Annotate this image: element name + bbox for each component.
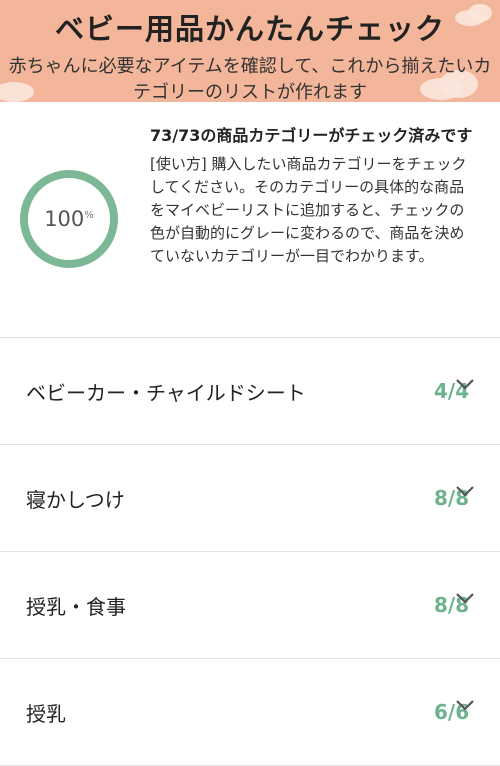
percent-unit: % [84, 210, 94, 221]
progress-ring: 100% [20, 170, 118, 268]
progress-ring-container: 100% [0, 102, 150, 337]
summary-description: [使い方] 購入したい商品カテゴリーをチェックしてください。そのカテゴリーの具体… [150, 155, 467, 265]
category-row[interactable]: ベビーカー・チャイルドシート 4/4 [0, 338, 500, 445]
category-list: ベビーカー・チャイルドシート 4/4 寝かしつけ 8/8 授乳・食事 8/8 授… [0, 338, 500, 766]
category-row[interactable]: 授乳 6/6 [0, 659, 500, 766]
chevron-down-icon[interactable] [454, 697, 476, 713]
summary-text: 73/73の商品カテゴリーがチェック済みです [使い方] 購入したい商品カテゴリ… [150, 102, 500, 337]
category-row[interactable]: 授乳・食事 8/8 [0, 552, 500, 659]
chevron-down-icon[interactable] [454, 376, 476, 392]
category-name: 寝かしつけ [26, 487, 125, 512]
category-row[interactable]: 寝かしつけ 8/8 [0, 445, 500, 552]
progress-percent: 100% [44, 207, 94, 231]
progress-summary: 100% 73/73の商品カテゴリーがチェック済みです [使い方] 購入したい商… [0, 102, 500, 338]
summary-title: 73/73の商品カテゴリーがチェック済みです [150, 126, 473, 145]
category-name: ベビーカー・チャイルドシート [26, 380, 306, 405]
category-name: 授乳・食事 [26, 594, 126, 619]
chevron-down-icon[interactable] [454, 590, 476, 606]
progress-percent-value: 100 [44, 207, 85, 231]
category-name: 授乳 [26, 701, 66, 726]
chevron-down-icon[interactable] [454, 483, 476, 499]
page-header: ベビー用品かんたんチェック 赤ちゃんに必要なアイテムを確認して、これから揃えたい… [0, 0, 500, 102]
page-title: ベビー用品かんたんチェック [54, 12, 445, 46]
page-subtitle: 赤ちゃんに必要なアイテムを確認して、これから揃えたいカテゴリーのリストが作れます [8, 56, 492, 102]
